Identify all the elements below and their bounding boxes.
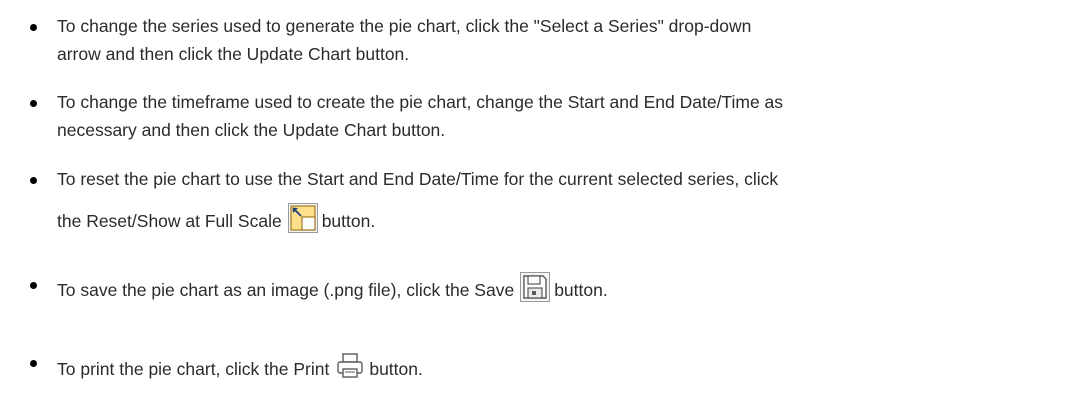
bullet-dot — [30, 177, 37, 184]
print-text-after-icon: button. — [369, 359, 423, 379]
list-item-text-line: To print the pie chart, click the Print … — [57, 351, 423, 381]
save-text-after-icon: button. — [554, 280, 608, 300]
reset-full-scale-icon — [287, 203, 318, 233]
reset-text-after-icon: button. — [321, 211, 376, 231]
bullet-dot — [30, 24, 37, 31]
list-item-text-line: To save the pie chart as an image (.png … — [57, 272, 608, 302]
bullet-dot — [30, 282, 37, 289]
list-item-text-line: the Reset/Show at Full Scale button. — [57, 203, 375, 233]
bullet-dot — [30, 100, 37, 107]
reset-text-before-icon: the Reset/Show at Full Scale — [57, 211, 282, 231]
list-item-text-line: To change the series used to generate th… — [57, 16, 752, 36]
bullet-dot — [30, 360, 37, 367]
list-item-text-line: arrow and then click the Update Chart bu… — [57, 44, 410, 64]
print-text-before-icon: To print the pie chart, click the Print — [57, 359, 330, 379]
print-icon — [335, 351, 365, 381]
list-item-text-line: To reset the pie chart to use the Start … — [57, 169, 779, 189]
save-text-before-icon: To save the pie chart as an image (.png … — [57, 280, 515, 300]
list-item-text-line: To change the timeframe used to create t… — [57, 92, 784, 112]
help-document: To change the series used to generate th… — [0, 0, 1075, 403]
list-item-text-line: necessary and then click the Update Char… — [57, 120, 446, 140]
save-icon — [520, 272, 551, 302]
